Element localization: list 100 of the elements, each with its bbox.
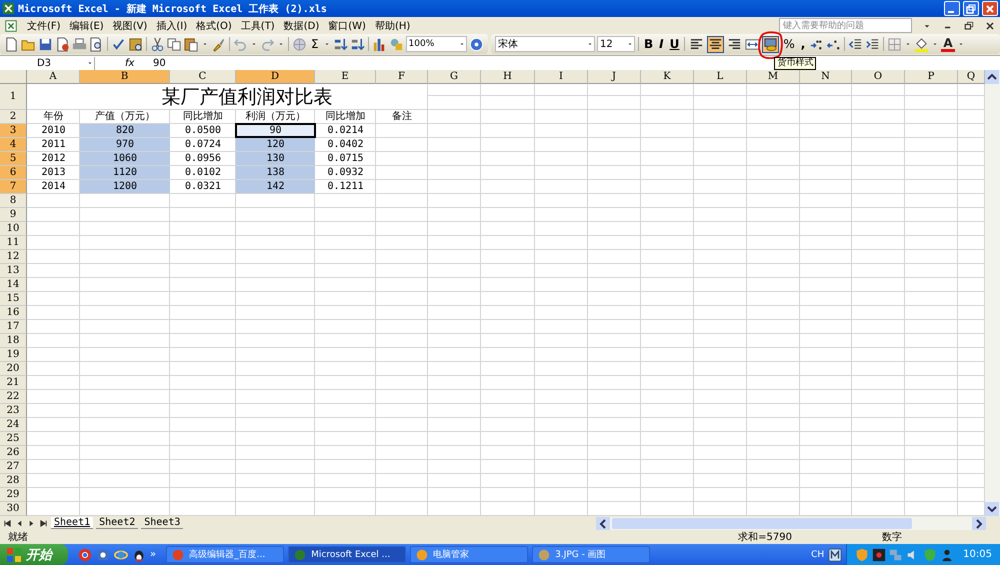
menu-item[interactable]: 格式(O): [196, 18, 232, 32]
row-header[interactable]: 15: [0, 292, 27, 306]
taskbar-button[interactable]: 3.JPG - 画图: [532, 546, 650, 563]
row-header[interactable]: 28: [0, 474, 27, 488]
column-header[interactable]: F: [376, 70, 428, 84]
column-header[interactable]: E: [315, 70, 376, 84]
book-icon[interactable]: [128, 36, 143, 52]
row-header[interactable]: 22: [0, 390, 27, 404]
underline-button[interactable]: U: [668, 35, 682, 53]
next-sheet-icon[interactable]: [27, 518, 36, 528]
row-header[interactable]: 10: [0, 222, 27, 236]
globe-icon[interactable]: [114, 548, 128, 562]
app-icon[interactable]: [96, 548, 110, 562]
row-header[interactable]: 18: [0, 334, 27, 348]
bar-chart-icon[interactable]: [372, 36, 387, 52]
column-header[interactable]: G: [428, 70, 481, 84]
merge-center-icon[interactable]: [745, 36, 760, 52]
start-button[interactable]: 开始: [0, 544, 68, 565]
brush-icon[interactable]: [210, 36, 226, 52]
menu-item[interactable]: 窗口(W): [328, 18, 366, 32]
row-header[interactable]: 1: [0, 84, 27, 110]
column-header[interactable]: H: [481, 70, 535, 84]
windows-logo-icon[interactable]: [6, 546, 22, 562]
sheet-tab[interactable]: Sheet1: [51, 517, 94, 529]
row-header[interactable]: 9: [0, 208, 27, 222]
row-header[interactable]: 16: [0, 306, 27, 320]
row-header[interactable]: 6: [0, 166, 27, 180]
restore-button[interactable]: [963, 1, 979, 16]
font-size-field[interactable]: 12: [597, 36, 635, 52]
column-header[interactable]: Q: [958, 70, 985, 84]
document-lock-icon[interactable]: [55, 36, 70, 52]
font-field[interactable]: 宋体: [495, 36, 595, 52]
close-icon[interactable]: [984, 20, 996, 32]
taskbar-button[interactable]: Microsoft Excel ...: [288, 546, 406, 563]
paste-icon[interactable]: [184, 36, 199, 52]
fill-bucket-icon[interactable]: [914, 36, 930, 52]
column-header[interactable]: B: [80, 70, 170, 84]
row-header[interactable]: 5: [0, 152, 27, 166]
menu-item[interactable]: 文件(F): [27, 18, 61, 32]
row-header[interactable]: 14: [0, 278, 27, 292]
outdent-icon[interactable]: [848, 36, 864, 52]
help-search-field[interactable]: 键入需要帮助的问题: [779, 18, 912, 33]
row-header[interactable]: 20: [0, 362, 27, 376]
row-header[interactable]: 2: [0, 110, 27, 124]
scroll-thumb[interactable]: [612, 518, 912, 528]
column-header[interactable]: P: [905, 70, 958, 84]
spelling-check-icon[interactable]: [110, 36, 126, 52]
sheet-tab[interactable]: Sheet3: [141, 517, 184, 529]
scissors-icon[interactable]: [150, 36, 165, 52]
scroll-left-icon[interactable]: [596, 516, 610, 530]
column-header[interactable]: O: [852, 70, 905, 84]
column-header[interactable]: J: [588, 70, 641, 84]
print-icon[interactable]: [72, 36, 87, 52]
italic-button[interactable]: I: [657, 35, 666, 53]
autosum-button[interactable]: Σ: [308, 35, 321, 53]
column-header[interactable]: C: [170, 70, 236, 84]
scroll-down-icon[interactable]: [985, 502, 999, 516]
row-header[interactable]: 13: [0, 264, 27, 278]
vertical-scrollbar[interactable]: [985, 70, 1000, 516]
menu-item[interactable]: 插入(I): [156, 18, 188, 32]
penguin-icon[interactable]: [132, 548, 146, 562]
taskbar-button[interactable]: 高级编辑器_百度...: [166, 546, 284, 563]
function-label[interactable]: fx: [125, 58, 153, 68]
column-header[interactable]: A: [27, 70, 80, 84]
row-header[interactable]: 30: [0, 502, 27, 516]
browser-icon[interactable]: [78, 548, 92, 562]
sheet-tab[interactable]: Sheet2: [96, 517, 138, 529]
save-icon[interactable]: [38, 36, 53, 52]
row-header[interactable]: 24: [0, 418, 27, 432]
row-header[interactable]: 17: [0, 320, 27, 334]
percent-style-button[interactable]: %: [781, 35, 797, 53]
row-header[interactable]: 3: [0, 124, 27, 138]
spreadsheet-icon[interactable]: [4, 18, 18, 32]
input-method-icon[interactable]: [828, 548, 842, 562]
horizontal-scrollbar[interactable]: [596, 516, 986, 530]
first-sheet-icon[interactable]: [3, 518, 12, 528]
row-header[interactable]: 26: [0, 446, 27, 460]
menu-item[interactable]: 视图(V): [112, 18, 148, 32]
minimize-button[interactable]: [944, 1, 960, 16]
comma-style-button[interactable]: ,: [798, 35, 808, 53]
menu-item[interactable]: 帮助(H): [374, 18, 410, 32]
sort-descending-icon[interactable]: [350, 36, 365, 52]
more-button[interactable]: »: [150, 549, 156, 560]
column-header[interactable]: K: [641, 70, 694, 84]
menu-item[interactable]: 数据(D): [284, 18, 320, 32]
indent-icon[interactable]: [865, 36, 880, 52]
row-header[interactable]: 4: [0, 138, 27, 152]
row-header[interactable]: 29: [0, 488, 27, 502]
menu-item[interactable]: 工具(T): [240, 18, 275, 32]
row-header[interactable]: 23: [0, 404, 27, 418]
row-header[interactable]: 7: [0, 180, 27, 194]
menu-item[interactable]: 编辑(E): [70, 18, 104, 32]
column-header[interactable]: I: [535, 70, 588, 84]
scroll-right-icon[interactable]: [972, 516, 986, 530]
row-header[interactable]: 19: [0, 348, 27, 362]
row-header[interactable]: 25: [0, 432, 27, 446]
close-button[interactable]: [982, 1, 998, 16]
row-header[interactable]: 21: [0, 376, 27, 390]
new-document-icon[interactable]: [4, 36, 19, 52]
sort-ascending-icon[interactable]: [332, 36, 348, 52]
